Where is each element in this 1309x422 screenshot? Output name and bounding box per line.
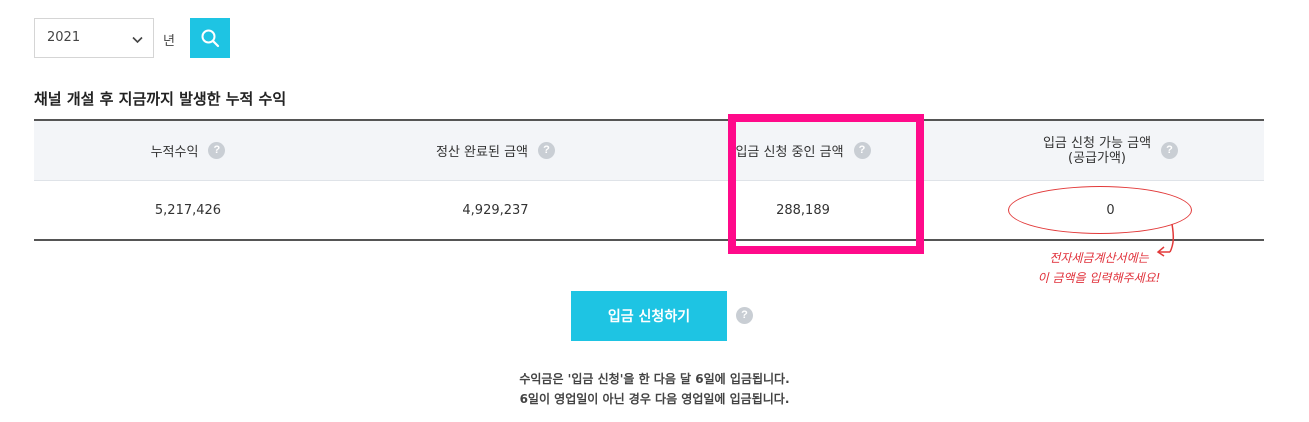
header-cell-available: 입금 신청 가능 금액 (공급가액) ? <box>957 121 1264 180</box>
chevron-down-icon <box>132 33 143 48</box>
value-settled: 4,929,237 <box>462 202 529 218</box>
payout-request-button[interactable]: 입금 신청하기 <box>571 291 727 341</box>
search-icon <box>201 29 220 48</box>
header-label: 누적수익 <box>150 145 199 160</box>
search-button[interactable] <box>190 18 230 58</box>
highlight-box <box>728 114 924 254</box>
table-header-row: 누적수익 ? 정산 완료된 금액 ? 입금 신청 중인 금액 ? 입금 신청 가… <box>34 119 1264 181</box>
help-icon[interactable]: ? <box>736 307 753 324</box>
annotation-text: 전자세금계산서에는 이 금액을 입력해주세요! <box>1024 248 1174 288</box>
notice-text: 수익금은 '입금 신청'을 한 다음 달 6일에 입금됩니다. 6일이 영업일이… <box>0 369 1309 409</box>
annotation-line2: 이 금액을 입력해주세요! <box>1037 271 1161 285</box>
header-cell-cumulative: 누적수익 ? <box>34 121 342 180</box>
section-title: 채널 개설 후 지금까지 발생한 누적 수익 <box>34 90 287 108</box>
notice-line1: 수익금은 '입금 신청'을 한 다음 달 6일에 입금됩니다. <box>519 372 790 386</box>
header-label: 정산 완료된 금액 <box>436 145 528 160</box>
header-label-stack: 입금 신청 가능 금액 (공급가액) <box>1043 136 1151 166</box>
year-unit-label: 년 <box>163 34 175 49</box>
year-select[interactable]: 2021 <box>34 18 154 58</box>
year-select-value: 2021 <box>47 30 81 45</box>
help-icon[interactable]: ? <box>208 142 226 159</box>
help-icon[interactable]: ? <box>1161 142 1179 159</box>
notice-line2: 6일이 영업일이 아닌 경우 다음 영업일에 입금됩니다. <box>519 392 790 406</box>
header-cell-settled: 정산 완료된 금액 ? <box>342 121 649 180</box>
header-label-line2: (공급가액) <box>1068 150 1126 166</box>
help-icon[interactable]: ? <box>538 142 555 159</box>
header-label-line1: 입금 신청 가능 금액 <box>1042 135 1152 151</box>
value-cumulative: 5,217,426 <box>154 202 222 218</box>
annotation-line1: 전자세금계산서에는 <box>1049 251 1149 265</box>
